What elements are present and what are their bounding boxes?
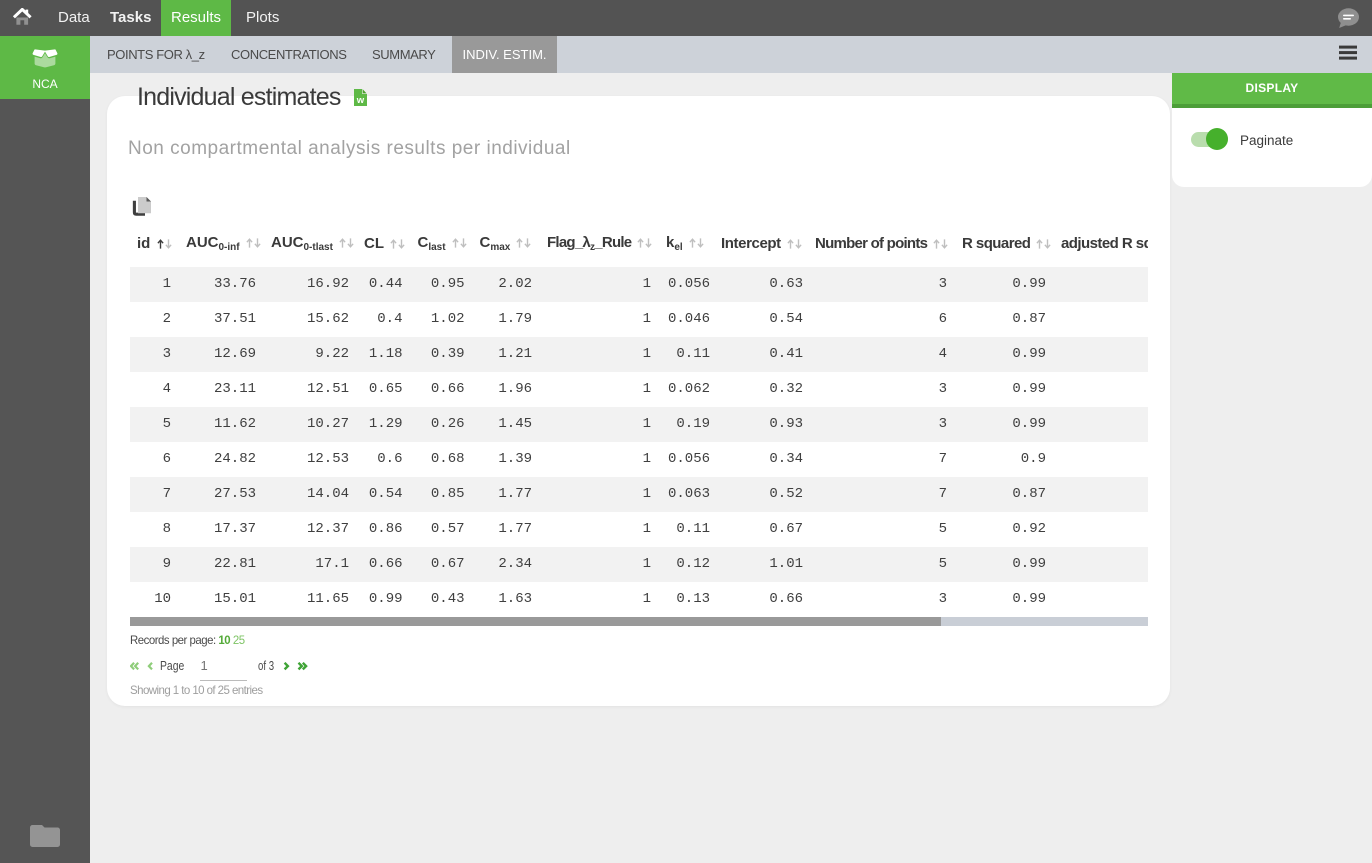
- svg-text:w: w: [356, 95, 365, 106]
